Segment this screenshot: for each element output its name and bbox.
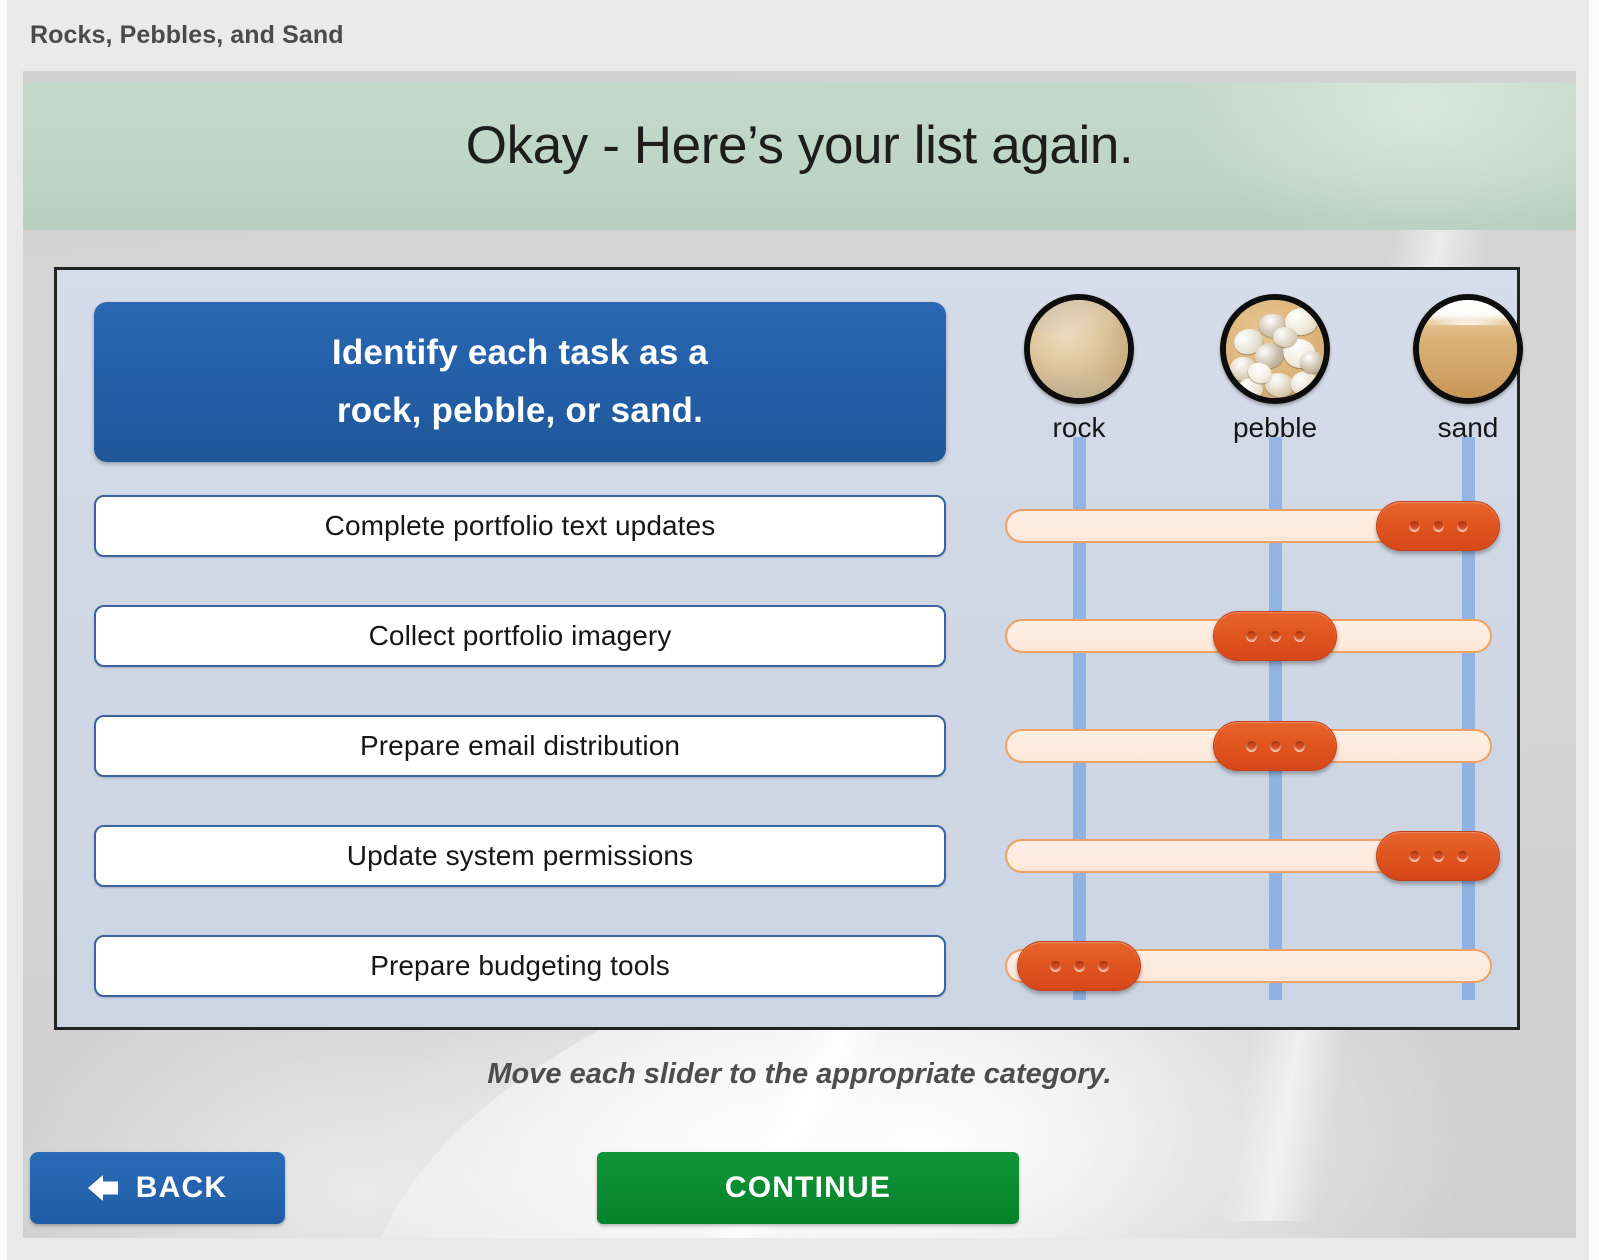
slider-thumb[interactable]	[1213, 721, 1337, 771]
category-sand: sand	[1409, 294, 1527, 444]
sand-jar-icon	[1413, 294, 1523, 404]
instruction-line-1: Identify each task as a	[331, 333, 709, 373]
task-label: Collect portfolio imagery	[368, 620, 672, 651]
continue-button-label: CONTINUE	[724, 1171, 892, 1204]
grip-dot	[1073, 960, 1085, 972]
window-titlebar: Rocks, Pebbles, and Sand	[7, 0, 1589, 71]
category-rock: rock	[1020, 294, 1138, 444]
task-row[interactable]: Prepare email distribution	[94, 715, 946, 777]
grip-dot	[1269, 740, 1281, 752]
grip-dot	[1245, 630, 1257, 642]
slider-thumb[interactable]	[1017, 941, 1141, 991]
task-label: Complete portfolio text updates	[324, 510, 716, 541]
slide-canvas: Okay - Here’s your list again. Identify …	[23, 71, 1576, 1238]
grip-dot	[1456, 850, 1468, 862]
back-button[interactable]: BACK	[30, 1152, 285, 1224]
app-window: Rocks, Pebbles, and Sand Okay - Here’s y…	[0, 0, 1599, 1260]
instruction-box: Identify each task as a rock, pebble, or…	[94, 302, 946, 462]
category-pebble: pebble	[1216, 294, 1334, 444]
slider-task-3[interactable]	[1005, 721, 1492, 771]
slide-title: Okay - Here’s your list again.	[465, 116, 1134, 175]
task-row[interactable]: Prepare budgeting tools	[94, 935, 946, 997]
arrow-left-icon	[88, 1175, 118, 1201]
grip-dot	[1269, 630, 1281, 642]
task-label: Prepare budgeting tools	[370, 950, 670, 981]
slider-task-5[interactable]	[1005, 941, 1492, 991]
slider-task-2[interactable]	[1005, 611, 1492, 661]
slider-thumb[interactable]	[1376, 831, 1500, 881]
grip-dot	[1245, 740, 1257, 752]
activity-panel: Identify each task as a rock, pebble, or…	[54, 267, 1523, 1030]
grip-dot	[1408, 520, 1420, 532]
grip-dot	[1408, 850, 1420, 862]
grip-dot	[1456, 520, 1468, 532]
grip-dot	[1293, 740, 1305, 752]
slide-header-band: Okay - Here’s your list again.	[23, 83, 1576, 230]
grip-dot	[1097, 960, 1109, 972]
slider-task-1[interactable]	[1005, 501, 1500, 551]
task-label: Prepare email distribution	[359, 730, 681, 761]
task-label: Update system permissions	[346, 840, 694, 871]
back-button-label: BACK	[135, 1171, 228, 1204]
continue-button[interactable]: CONTINUE	[597, 1152, 1019, 1224]
pebble-cluster-icon	[1220, 294, 1330, 404]
grip-dot	[1049, 960, 1061, 972]
task-row[interactable]: Complete portfolio text updates	[94, 495, 946, 557]
pebble-stone	[1299, 350, 1324, 374]
task-row[interactable]: Collect portfolio imagery	[94, 605, 946, 667]
grip-dot	[1293, 630, 1305, 642]
grip-dot	[1432, 850, 1444, 862]
grip-dot	[1432, 520, 1444, 532]
footer-hint: Move each slider to the appropriate cate…	[487, 1058, 1112, 1090]
rock-sphere-icon	[1024, 294, 1134, 404]
slider-task-4[interactable]	[1005, 831, 1500, 881]
task-row[interactable]: Update system permissions	[94, 825, 946, 887]
instruction-line-2: rock, pebble, or sand.	[336, 391, 704, 430]
slider-thumb[interactable]	[1376, 501, 1500, 551]
pebble-stone	[1288, 368, 1320, 398]
slider-thumb[interactable]	[1213, 611, 1337, 661]
window-title: Rocks, Pebbles, and Sand	[30, 21, 344, 49]
